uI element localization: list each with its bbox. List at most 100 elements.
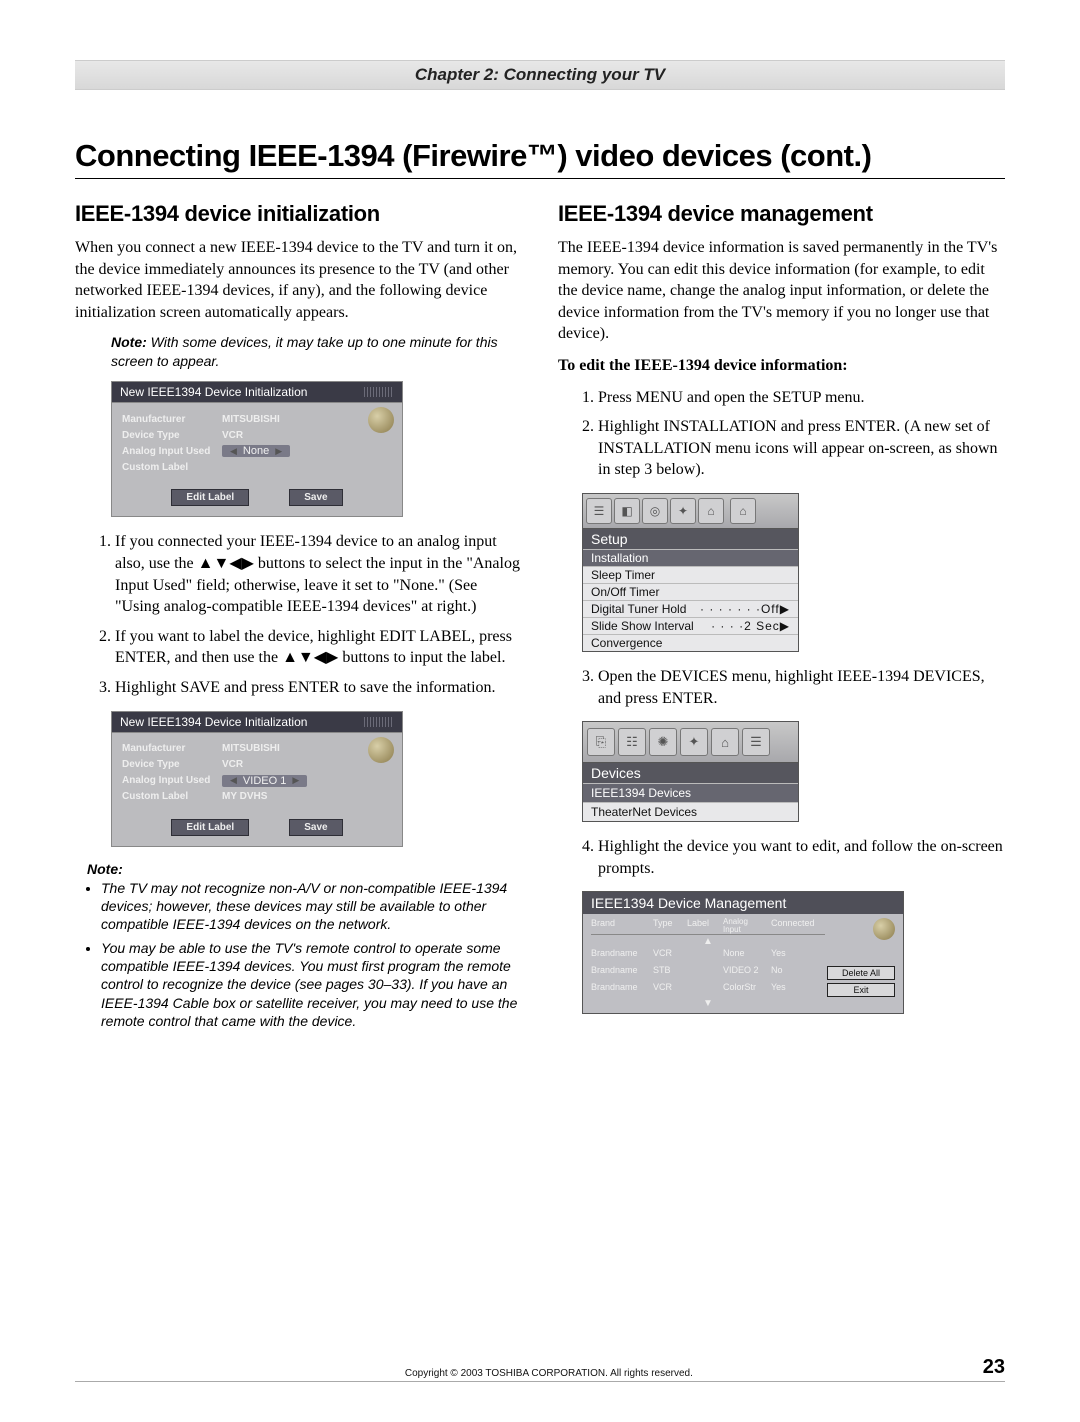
menu-icon: ◎ (642, 498, 668, 524)
left-steps: If you connected your IEEE-1394 device t… (75, 531, 522, 698)
device-type-label: Device Type (122, 430, 222, 441)
right-intro: The IEEE-1394 device information is save… (558, 237, 1005, 345)
osd-setup-menu: ☰ ◧ ◎ ✦ ⌂ ⌂ Setup Installation Sleep Tim… (582, 493, 799, 652)
right-steps-a: Press MENU and open the SETUP menu. High… (558, 387, 1005, 481)
table-cell: ColorStr (723, 982, 771, 998)
copyright: Copyright © 2003 TOSHIBA CORPORATION. Al… (115, 1368, 983, 1379)
menu-icon: ☰ (742, 728, 770, 756)
menu-icon: ☷ (618, 728, 646, 756)
right-arrow-icon: ▶ (292, 775, 299, 786)
setup-item-digital-tuner-hold[interactable]: Digital Tuner Hold· · · · · · ·Off▶ (583, 600, 798, 617)
page-number: 23 (983, 1356, 1005, 1379)
osd2-title: New IEEE1394 Device Initialization (120, 715, 307, 729)
setup-item-onoff-timer[interactable]: On/Off Timer (583, 583, 798, 600)
setup-item-sleep-timer[interactable]: Sleep Timer (583, 566, 798, 583)
setup-item-slideshow-interval[interactable]: Slide Show Interval· · · ·2 Sec▶ (583, 617, 798, 634)
manufacturer-value: MITSUBISHI (222, 414, 280, 425)
titlebar-pattern (364, 387, 394, 397)
delete-all-button[interactable]: Delete All (827, 966, 895, 980)
note2-head: Note: (87, 861, 522, 877)
menu-icon: ⌂ (730, 498, 756, 524)
globe-icon (368, 737, 394, 763)
mgmt-col-connected: Connected (771, 918, 825, 935)
menu-icon: ⎘ (587, 728, 615, 756)
left-arrow-icon: ◀ (230, 775, 237, 786)
menu-icon: ☰ (586, 498, 612, 524)
menu-icon: ⌂ (698, 498, 724, 524)
menu-icon: ✺ (649, 728, 677, 756)
table-cell: VCR (653, 982, 687, 998)
note-lead: Note: (111, 334, 147, 350)
right-subhead: To edit the IEEE-1394 device information… (558, 355, 1005, 377)
osd1-title: New IEEE1394 Device Initialization (120, 385, 307, 399)
save-button[interactable]: Save (289, 819, 342, 836)
device-type-label: Device Type (122, 759, 222, 770)
device-type-value: VCR (222, 759, 243, 770)
analog-input-label: Analog Input Used (122, 775, 222, 786)
table-cell: Yes (771, 948, 825, 964)
right-heading: IEEE-1394 device management (558, 201, 1005, 227)
left-intro: When you connect a new IEEE-1394 device … (75, 237, 522, 323)
mgmt-header: IEEE1394 Device Management (583, 892, 903, 914)
table-cell: VCR (653, 948, 687, 964)
note2-item-2: You may be able to use the TV's remote c… (101, 939, 522, 1030)
menu-icon: ◧ (614, 498, 640, 524)
mgmt-col-type: Type (653, 918, 687, 935)
osd-devices-menu: ⎘ ☷ ✺ ✦ ⌂ ☰ Devices IEEE1394 Devices The… (582, 721, 799, 822)
manufacturer-label: Manufacturer (122, 414, 222, 425)
devices-item-ieee1394[interactable]: IEEE1394 Devices (583, 783, 798, 802)
table-cell: No (771, 965, 825, 981)
scroll-up-icon: ▲ (591, 936, 825, 947)
left-step-1: If you connected your IEEE-1394 device t… (115, 531, 522, 617)
analog-input-value: VIDEO 1 (243, 775, 286, 787)
page-title: Connecting IEEE-1394 (Firewire™) video d… (75, 138, 1005, 174)
menu-icon: ✦ (670, 498, 696, 524)
right-steps-b: Open the DEVICES menu, highlight IEEE-13… (558, 666, 1005, 709)
custom-label-value: MY DVHS (222, 791, 267, 802)
table-cell: Brandname (591, 965, 653, 981)
exit-button[interactable]: Exit (827, 983, 895, 997)
setup-iconrow: ☰ ◧ ◎ ✦ ⌂ ⌂ (583, 494, 798, 529)
table-cell: Brandname (591, 982, 653, 998)
setup-item-installation[interactable]: Installation (583, 549, 798, 566)
right-step-3: Open the DEVICES menu, highlight IEEE-13… (598, 666, 1005, 709)
table-cell: STB (653, 965, 687, 981)
left-arrow-icon: ◀ (230, 446, 237, 457)
table-cell (687, 982, 723, 998)
menu-icon: ✦ (680, 728, 708, 756)
manufacturer-label: Manufacturer (122, 743, 222, 754)
left-step-3: Highlight SAVE and press ENTER to save t… (115, 677, 522, 699)
devices-iconrow: ⎘ ☷ ✺ ✦ ⌂ ☰ (583, 722, 798, 763)
right-step-4: Highlight the device you want to edit, a… (598, 836, 1005, 879)
osd-initialization-1: New IEEE1394 Device Initialization Manuf… (111, 381, 403, 517)
setup-item-convergence[interactable]: Convergence (583, 634, 798, 651)
mgmt-col-brand: Brand (591, 918, 653, 935)
devices-item-theaternet[interactable]: TheaterNet Devices (583, 802, 798, 821)
title-underline (75, 178, 1005, 179)
right-arrow-icon: ▶ (275, 446, 282, 457)
edit-label-button[interactable]: Edit Label (171, 489, 249, 506)
note-text: With some devices, it may take up to one… (111, 334, 498, 369)
menu-icon: ⌂ (711, 728, 739, 756)
table-cell (687, 965, 723, 981)
analog-input-label: Analog Input Used (122, 446, 222, 457)
right-step-2: Highlight INSTALLATION and press ENTER. … (598, 416, 1005, 481)
edit-label-button[interactable]: Edit Label (171, 819, 249, 836)
table-cell: Brandname (591, 948, 653, 964)
left-step-2: If you want to label the device, highlig… (115, 626, 522, 669)
chapter-bar: Chapter 2: Connecting your TV (75, 60, 1005, 90)
right-steps-c: Highlight the device you want to edit, a… (558, 836, 1005, 879)
mgmt-col-label: Label (687, 918, 723, 935)
page-footer: Copyright © 2003 TOSHIBA CORPORATION. Al… (75, 1356, 1005, 1379)
devices-header: Devices (583, 763, 798, 783)
manufacturer-value: MITSUBISHI (222, 743, 280, 754)
right-column: IEEE-1394 device management The IEEE-139… (558, 201, 1005, 1036)
right-step-1: Press MENU and open the SETUP menu. (598, 387, 1005, 409)
custom-label-label: Custom Label (122, 462, 222, 473)
scroll-down-icon: ▼ (591, 998, 825, 1009)
device-type-value: VCR (222, 430, 243, 441)
table-cell: Yes (771, 982, 825, 998)
osd-ieee1394-management: IEEE1394 Device Management Brand Type La… (582, 891, 904, 1014)
osd-initialization-2: New IEEE1394 Device Initialization Manuf… (111, 711, 403, 847)
save-button[interactable]: Save (289, 489, 342, 506)
